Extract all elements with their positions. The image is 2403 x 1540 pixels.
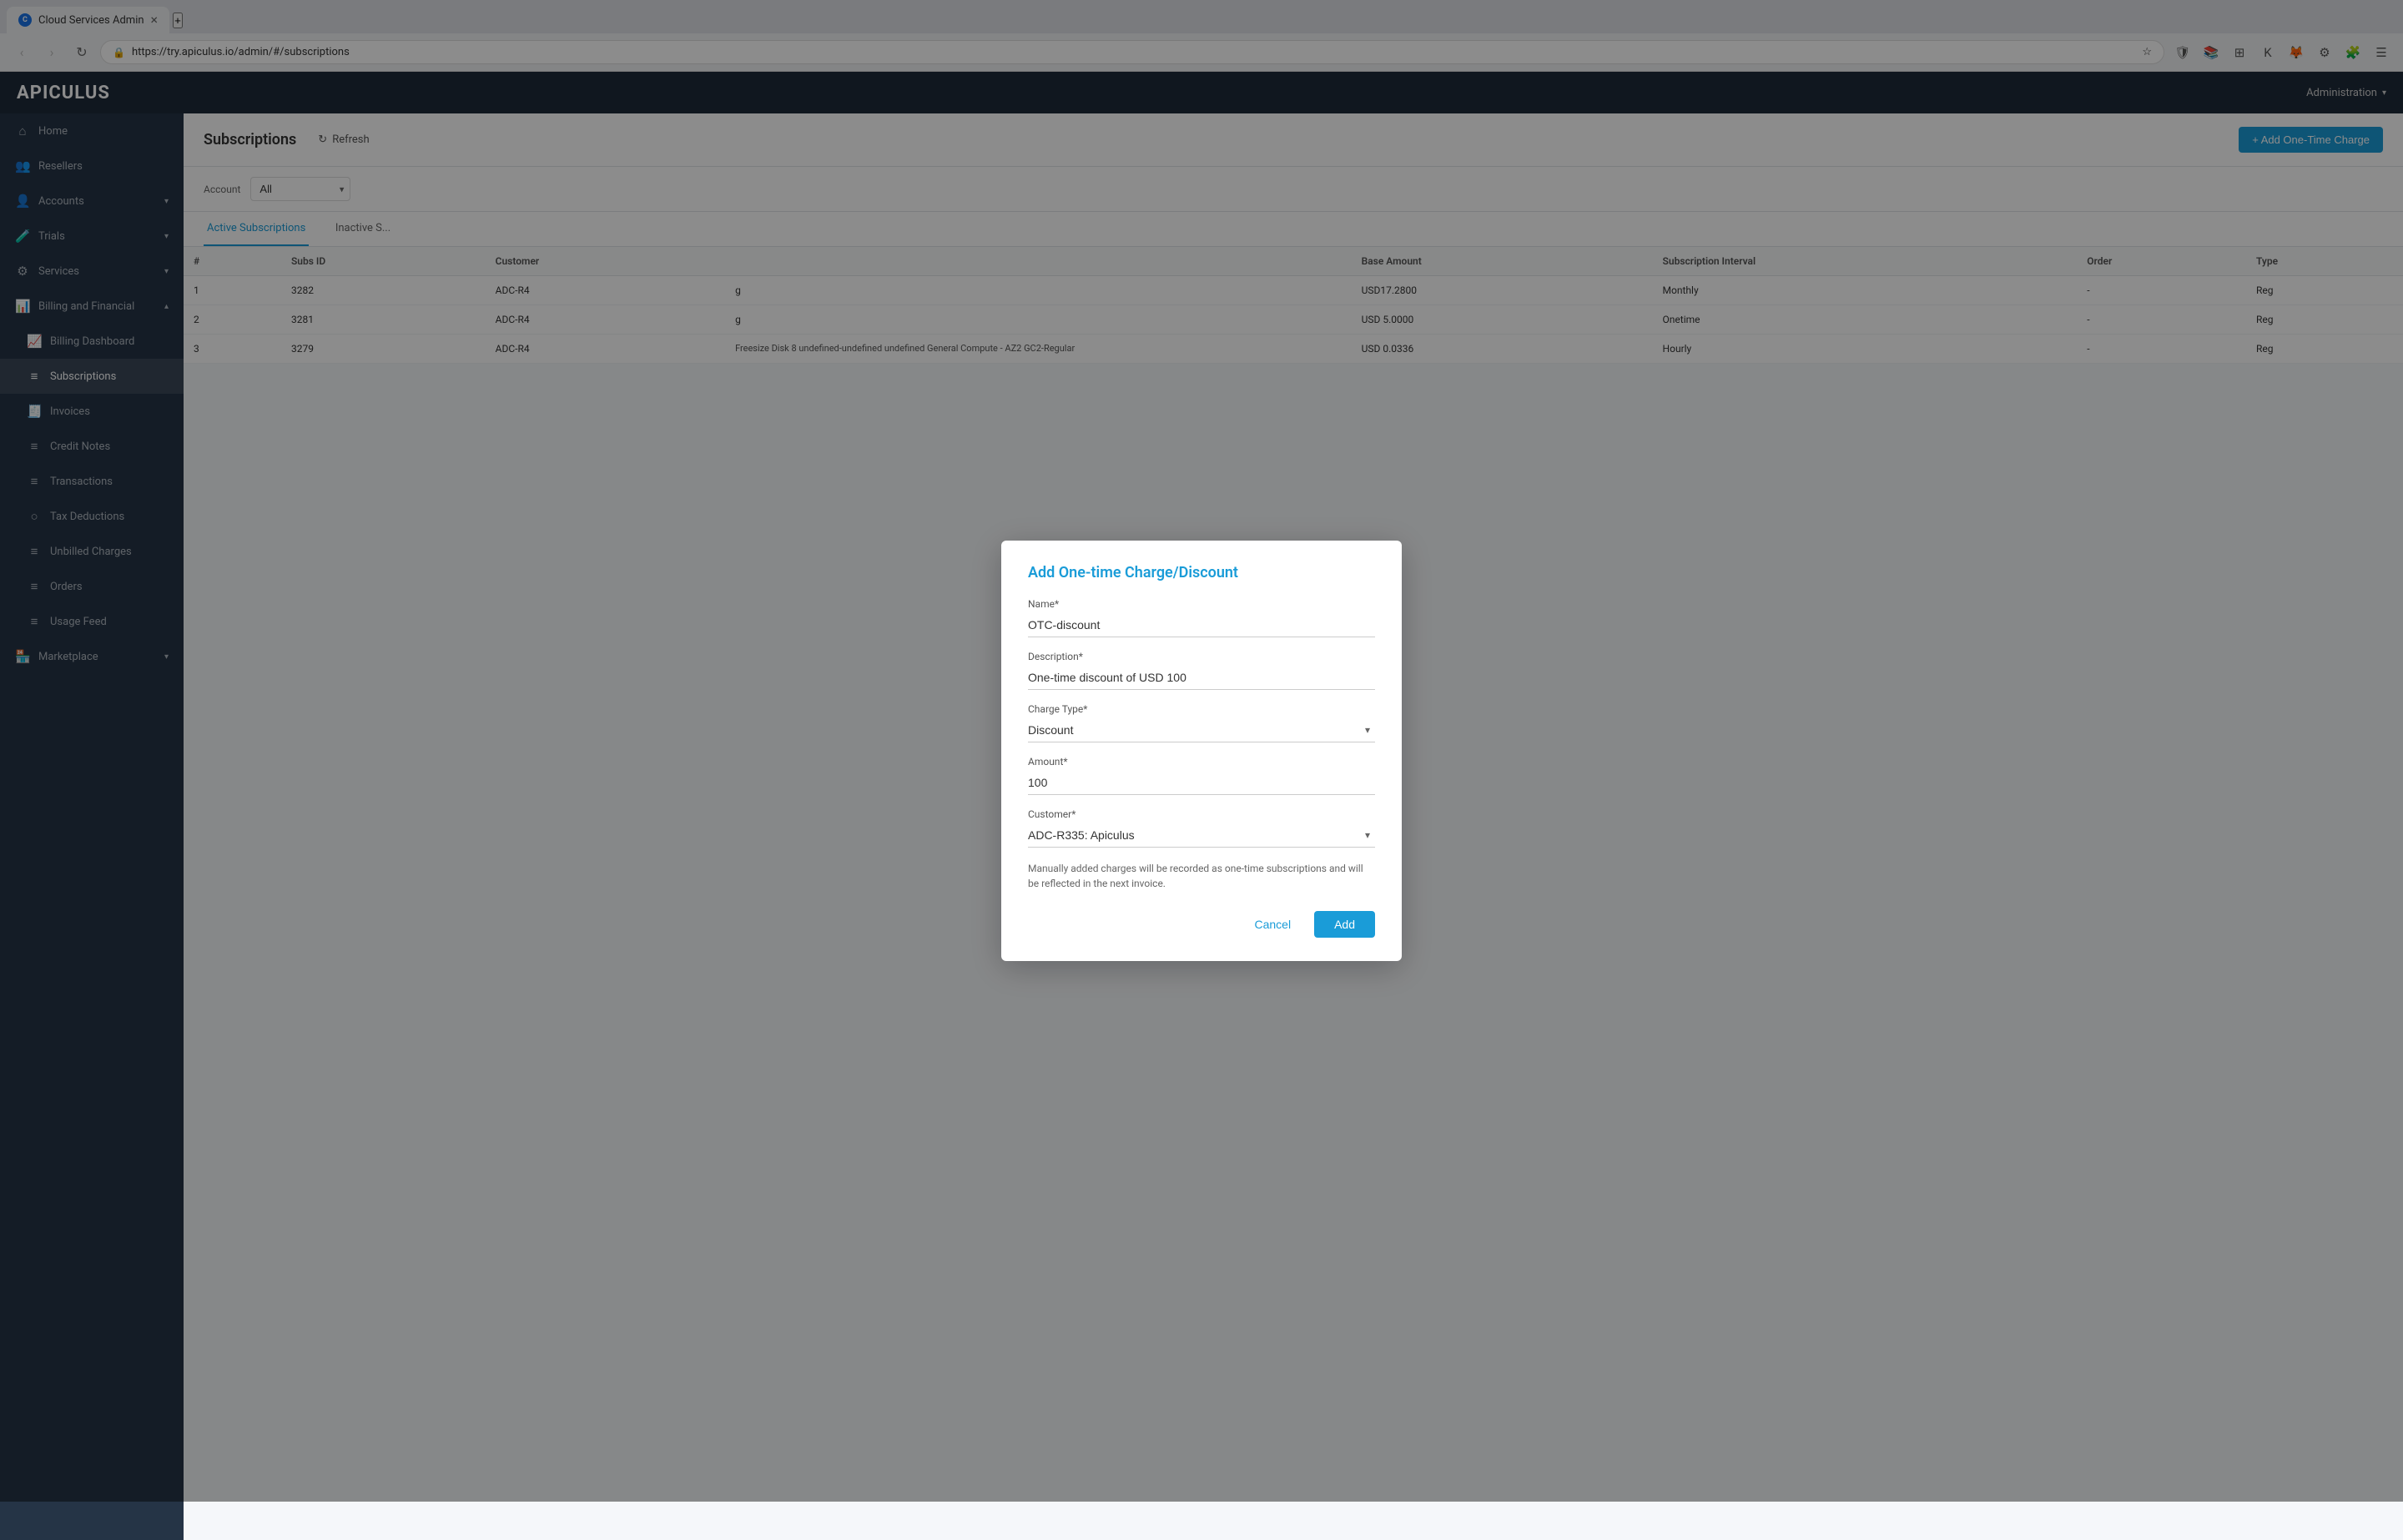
customer-select-wrapper: ADC-R335: Apiculus ▾ (1028, 823, 1375, 848)
charge-type-form-group: Charge Type* Discount Charge ▾ (1028, 703, 1375, 742)
description-form-group: Description* (1028, 651, 1375, 690)
amount-input[interactable] (1028, 771, 1375, 795)
modal-note: Manually added charges will be recorded … (1028, 861, 1375, 891)
description-input[interactable] (1028, 666, 1375, 690)
customer-select[interactable]: ADC-R335: Apiculus (1028, 823, 1375, 847)
modal-title: Add One-time Charge/Discount (1028, 564, 1375, 581)
modal-actions: Cancel Add (1028, 911, 1375, 938)
amount-form-group: Amount* (1028, 756, 1375, 795)
name-label: Name* (1028, 598, 1375, 610)
description-label: Description* (1028, 651, 1375, 662)
modal-overlay[interactable]: Add One-time Charge/Discount Name* Descr… (0, 0, 2403, 1502)
cancel-button[interactable]: Cancel (1241, 911, 1304, 938)
amount-label: Amount* (1028, 756, 1375, 767)
charge-type-select[interactable]: Discount Charge (1028, 718, 1375, 742)
add-button[interactable]: Add (1314, 911, 1375, 938)
add-charge-modal: Add One-time Charge/Discount Name* Descr… (1001, 541, 1402, 961)
name-input[interactable] (1028, 613, 1375, 637)
charge-type-select-wrapper: Discount Charge ▾ (1028, 718, 1375, 742)
customer-form-group: Customer* ADC-R335: Apiculus ▾ (1028, 808, 1375, 848)
customer-label: Customer* (1028, 808, 1375, 820)
charge-type-label: Charge Type* (1028, 703, 1375, 715)
name-form-group: Name* (1028, 598, 1375, 637)
